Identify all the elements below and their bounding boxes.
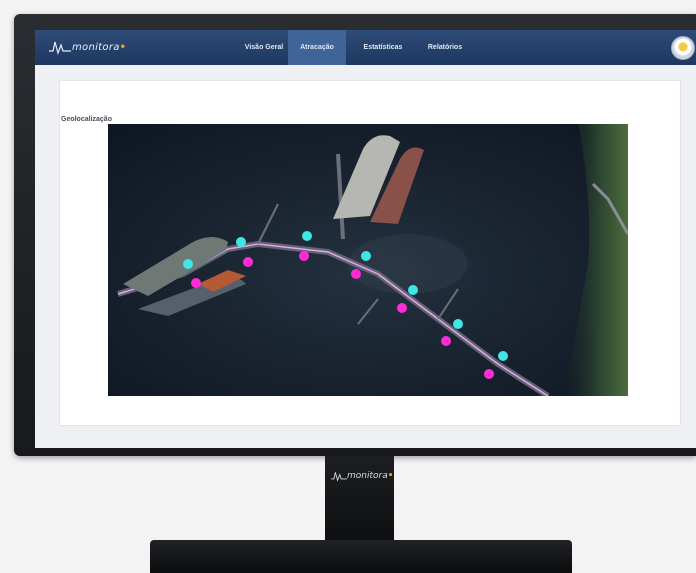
magenta-sensor-marker[interactable] — [441, 336, 451, 346]
waveform-icon — [331, 472, 347, 482]
nav-item-label: Atracação — [300, 44, 334, 51]
magenta-sensor-marker[interactable] — [299, 251, 309, 261]
logo-accent: • — [119, 41, 127, 53]
magenta-sensor-marker[interactable] — [351, 269, 361, 279]
app-screen: monitora • Visão Geral Atracação Estatís… — [35, 30, 696, 448]
magenta-sensor-marker[interactable] — [397, 303, 407, 313]
cyan-sensor-marker[interactable] — [453, 319, 463, 329]
top-navbar: monitora • Visão Geral Atracação Estatís… — [35, 30, 696, 65]
stand-logo-accent: • — [387, 471, 394, 481]
cyan-sensor-marker[interactable] — [498, 351, 508, 361]
cyan-sensor-marker[interactable] — [183, 259, 193, 269]
nav-item-relatorios[interactable]: Relatórios — [417, 30, 473, 65]
magenta-sensor-marker[interactable] — [243, 257, 253, 267]
cyan-sensor-marker[interactable] — [302, 231, 312, 241]
cyan-sensor-marker[interactable] — [361, 251, 371, 261]
nav-item-atracacao[interactable]: Atracação — [288, 30, 346, 65]
satellite-map[interactable] — [108, 124, 628, 396]
nav-item-label: Estatísticas — [363, 44, 403, 51]
magenta-sensor-marker[interactable] — [191, 278, 201, 288]
cyan-sensor-marker[interactable] — [236, 237, 246, 247]
monitor-frame: monitora • Visão Geral Atracação Estatís… — [14, 14, 696, 456]
stand-logo-text: monitora — [347, 471, 388, 481]
map-canvas — [108, 124, 628, 396]
nav-item-label: Visão Geral — [244, 44, 284, 51]
page-title: Geolocalização — [61, 116, 112, 123]
nav-item-visao-geral[interactable]: Visão Geral — [240, 30, 288, 65]
magenta-sensor-marker[interactable] — [484, 369, 494, 379]
logo-text: monitora — [72, 41, 120, 53]
cyan-sensor-marker[interactable] — [408, 285, 418, 295]
stand-logo: monitora • — [331, 470, 394, 482]
nav-item-estatisticas[interactable]: Estatísticas — [352, 30, 414, 65]
monitor-stand — [325, 456, 394, 542]
nav-item-label: Relatórios — [427, 44, 463, 51]
monitor-base — [150, 540, 572, 573]
water-reflection — [348, 234, 468, 294]
user-avatar[interactable] — [671, 36, 695, 60]
app-logo[interactable]: monitora • — [49, 38, 126, 56]
waveform-icon — [49, 41, 71, 55]
